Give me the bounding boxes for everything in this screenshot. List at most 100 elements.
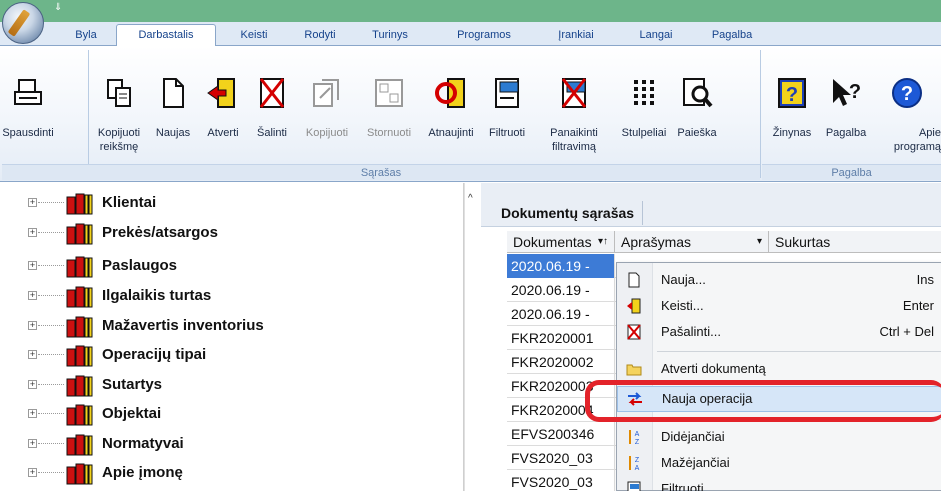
menu-item-label: Keisti... xyxy=(661,298,704,313)
tab-keisti[interactable]: Keisti xyxy=(228,26,280,46)
books-icon xyxy=(66,223,96,245)
about-button[interactable]: ? Apie programą xyxy=(872,46,941,162)
delete-button[interactable]: Šalinti xyxy=(248,46,296,162)
new-button[interactable]: Naujas xyxy=(148,46,198,162)
document-cell[interactable]: 2020.06.19 - xyxy=(507,302,615,326)
title-bar: ⇓ xyxy=(0,0,941,22)
refresh-button-label: Atnaujinti xyxy=(428,127,474,139)
clear-filter-button[interactable]: Panaikinti filtravimą xyxy=(532,46,616,162)
menu-item-label: Didėjančiai xyxy=(661,429,725,444)
menu-item[interactable]: Filtruoti xyxy=(617,477,941,491)
scroll-up-icon[interactable]: ^ xyxy=(468,193,473,204)
document-cell[interactable]: 2020.06.19 - xyxy=(507,254,615,278)
tree-node-label: Objektai xyxy=(102,405,162,422)
tree-node-label: Apie įmonę xyxy=(102,464,183,481)
filter-button[interactable]: Filtruoti xyxy=(482,46,532,162)
expand-icon[interactable]: + xyxy=(28,350,37,359)
application-menu-button[interactable] xyxy=(2,2,44,44)
document-cell[interactable]: FVS2020_03 xyxy=(507,446,615,470)
delete-button-label: Šalinti xyxy=(257,127,287,139)
expand-icon[interactable]: + xyxy=(28,321,37,330)
expand-icon[interactable]: + xyxy=(28,380,37,389)
column-header-sukurtas[interactable]: Sukurtas xyxy=(769,231,941,253)
ribbon-separator xyxy=(88,50,89,178)
tree-node[interactable]: + Normatyvai xyxy=(24,432,454,458)
expand-icon[interactable]: + xyxy=(28,468,37,477)
help-book-button[interactable]: ? Žinynas xyxy=(764,46,820,162)
documents-header: Dokumentų sąrašas xyxy=(481,183,941,227)
tab-langai[interactable]: Langai xyxy=(628,26,684,46)
menu-item[interactable]: Keisti... Enter xyxy=(617,294,941,320)
grid-header: Dokumentas ▾↑ Aprašymas ▾ Sukurtas xyxy=(507,231,941,253)
expand-icon[interactable]: + xyxy=(28,198,37,207)
expand-icon[interactable]: + xyxy=(28,291,37,300)
books-icon xyxy=(66,193,96,215)
tree-connector xyxy=(38,232,64,233)
tree-node[interactable]: + Objektai xyxy=(24,402,454,428)
tree-node[interactable]: + Klientai xyxy=(24,191,454,217)
tree-node[interactable]: + Mažavertis inventorius xyxy=(24,314,454,340)
tree-connector xyxy=(38,443,64,444)
open-button-label: Atverti xyxy=(207,127,239,139)
menu-item[interactable]: Pašalinti... Ctrl + Del xyxy=(617,320,941,346)
tree-connector xyxy=(38,295,64,296)
books-icon xyxy=(66,256,96,278)
filter-dropdown-icon[interactable]: ▾ xyxy=(757,231,762,253)
tree-node[interactable]: + Prekės/atsargos xyxy=(24,221,454,247)
document-cell[interactable]: 2020.06.19 - xyxy=(507,278,615,302)
help-pointer-button[interactable]: ? Pagalba xyxy=(820,46,872,162)
document-cell[interactable]: FKR2020001 xyxy=(507,326,615,350)
filter-icon xyxy=(490,76,524,110)
expand-icon[interactable]: + xyxy=(28,439,37,448)
menu-item[interactable]: Nauja... Ins xyxy=(617,268,941,294)
document-cell[interactable]: EFVS200346 xyxy=(507,422,615,446)
tree-node[interactable]: + Paslaugos xyxy=(24,254,454,280)
menu-separator xyxy=(657,351,941,352)
tree-node[interactable]: + Operacijų tipai xyxy=(24,343,454,369)
tree-node-label: Prekės/atsargos xyxy=(102,224,218,241)
column-header-dokumentas[interactable]: Dokumentas ▾↑ xyxy=(507,231,615,253)
help-book-button-label: Žinynas xyxy=(772,127,812,139)
quick-access-dropdown-icon[interactable]: ⇓ xyxy=(54,2,62,13)
storno-button[interactable]: Stornuoti xyxy=(358,46,420,162)
tab-byla[interactable]: Byla xyxy=(64,26,108,46)
delete-icon xyxy=(255,76,289,110)
about-icon: ? xyxy=(890,76,924,110)
tab-programos[interactable]: Programos xyxy=(444,26,524,46)
expand-icon[interactable]: + xyxy=(28,409,37,418)
tree-scrollbar[interactable]: ^ xyxy=(464,183,480,491)
tree-node[interactable]: + Apie įmonę xyxy=(24,461,454,487)
column-header-aprasymas[interactable]: Aprašymas ▾ xyxy=(615,231,769,253)
tab-rodyti[interactable]: Rodyti xyxy=(292,26,348,46)
menu-item-label: Nauja... xyxy=(661,272,706,287)
tab-darbastalis[interactable]: Darbastalis xyxy=(116,24,216,47)
menu-item[interactable]: A Z Didėjančiai xyxy=(617,425,941,451)
document-cell[interactable]: FVS2020_03 xyxy=(507,470,615,491)
document-cell[interactable]: FKR2020002 xyxy=(507,350,615,374)
copy-button[interactable]: Kopijuoti xyxy=(296,46,358,162)
sort-desc-icon: ZA xyxy=(625,455,643,473)
tree-node[interactable]: + Sutartys xyxy=(24,373,454,399)
svg-text:Z: Z xyxy=(635,457,640,464)
books-icon xyxy=(66,375,96,397)
delete-icon xyxy=(625,324,643,342)
documents-tab[interactable]: Dokumentų sąrašas xyxy=(493,201,644,225)
print-button[interactable]: Spausdinti xyxy=(2,46,54,162)
copy-value-button[interactable]: Kopijuoti reikšmę xyxy=(90,46,148,162)
tab-irankiai[interactable]: Įrankiai xyxy=(542,26,610,46)
expand-icon[interactable]: + xyxy=(28,228,37,237)
tab-turinys[interactable]: Turinys xyxy=(360,26,420,46)
tree-node[interactable]: + Ilgalaikis turtas xyxy=(24,284,454,310)
refresh-button[interactable]: Atnaujinti xyxy=(420,46,482,162)
copy-value-button-label: Kopijuoti reikšmę xyxy=(97,127,141,153)
columns-button[interactable]: Stulpeliai xyxy=(616,46,672,162)
menu-item-shortcut: Ins xyxy=(916,272,934,287)
clear-filter-button-label: Panaikinti filtravimą xyxy=(550,127,598,153)
open-button[interactable]: Atverti xyxy=(198,46,248,162)
expand-icon[interactable]: + xyxy=(28,261,37,270)
printer-icon xyxy=(11,76,45,110)
search-button[interactable]: Paieška xyxy=(672,46,722,162)
menu-item[interactable]: Z A Mažėjančiai xyxy=(617,451,941,477)
sort-filter-icon[interactable]: ▾↑ xyxy=(598,231,608,253)
tab-pagalba[interactable]: Pagalba xyxy=(700,26,764,46)
